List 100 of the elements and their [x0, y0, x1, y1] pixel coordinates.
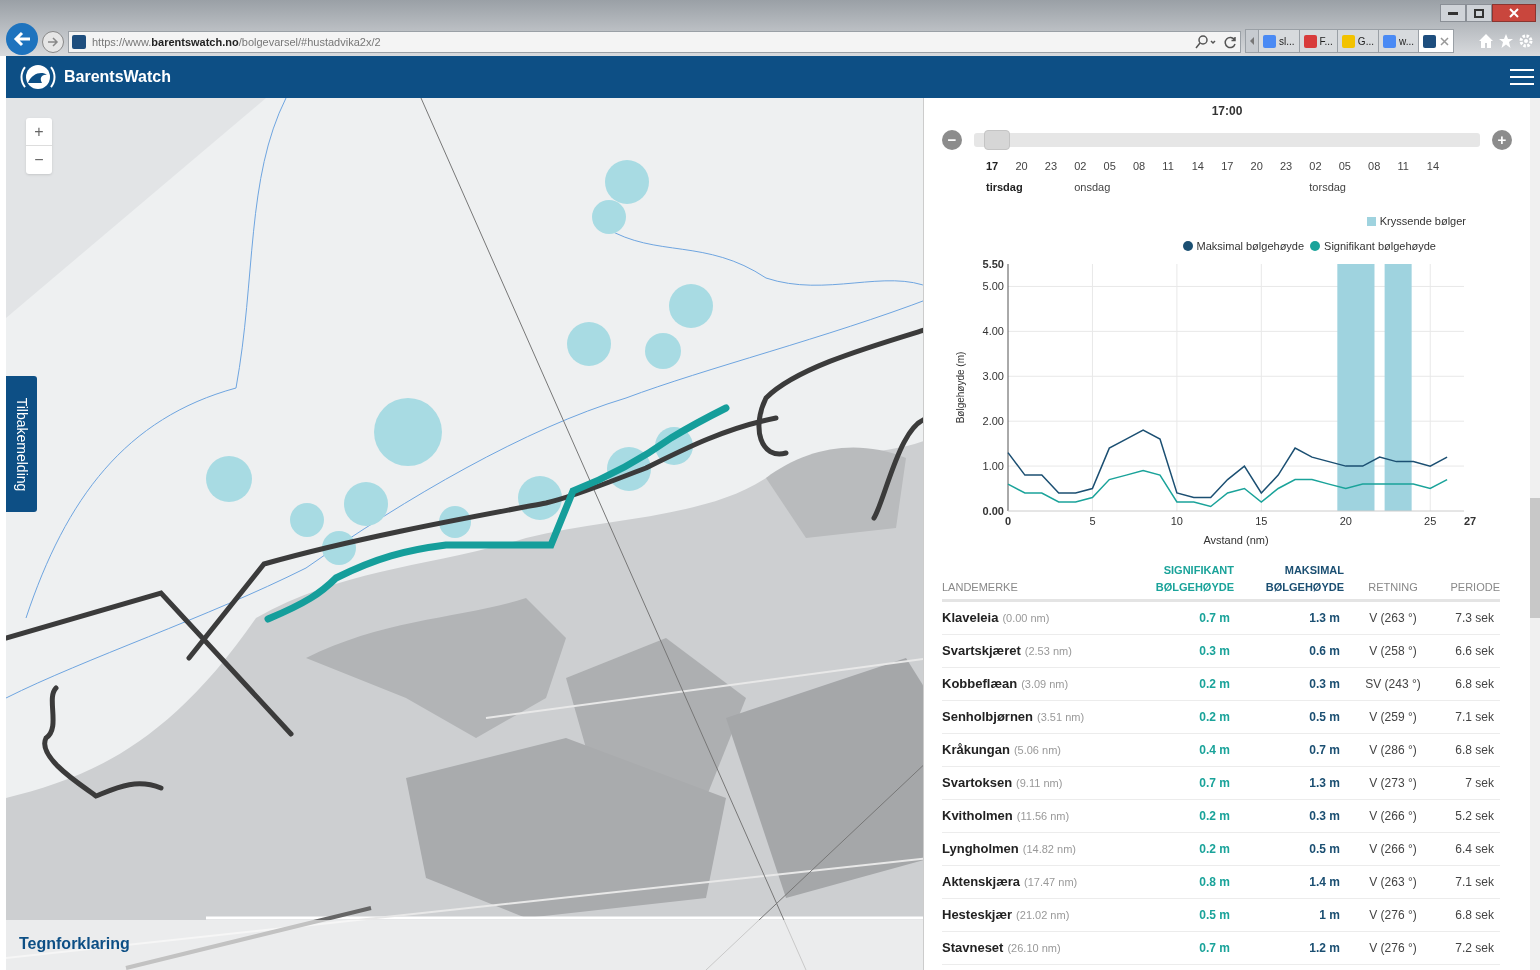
column-header[interactable]: PERIODE	[1434, 578, 1500, 595]
landmark-distance: (2.53 nm)	[1024, 644, 1072, 660]
browser-tab[interactable]: F...	[1298, 30, 1337, 52]
column-header[interactable]: MAKSIMAL BØLGEHØYDE	[1242, 562, 1352, 595]
browser-tab[interactable]: w...	[1378, 30, 1418, 52]
landmark-name: Hesteskjær	[942, 906, 1013, 925]
table-cell-text: 6.8 sek	[1454, 676, 1495, 693]
back-button[interactable]	[6, 23, 38, 55]
close-tab-icon[interactable]	[1440, 36, 1449, 46]
y-tick-label: 2.00	[982, 415, 1004, 428]
landmark-name: Kobbeflæan	[942, 675, 1018, 694]
table-cell-text: SV (243 °)	[1364, 676, 1422, 693]
landmark-distance: (3.09 nm)	[1021, 677, 1069, 693]
table-cell-text: 7.1 sek	[1454, 709, 1495, 726]
table-cell-text: V (263 °)	[1368, 874, 1418, 891]
landmark-name: Klaveleia	[942, 609, 999, 628]
brand-name[interactable]: BarentsWatch	[64, 65, 171, 89]
day-label: torsdag	[1309, 179, 1347, 195]
landmark-distance: (26.10 nm)	[1007, 941, 1061, 957]
hour-label: 14	[1426, 159, 1441, 174]
table-cell-text: 0.5 m	[1308, 841, 1341, 858]
table-cell-text: V (266 °)	[1368, 808, 1418, 825]
search-icon[interactable]	[1193, 35, 1218, 49]
hour-label: 23	[1044, 159, 1059, 174]
table-cell-text: 6.4 sek	[1454, 841, 1495, 858]
y-tick-label: 1.00	[982, 460, 1004, 473]
column-header[interactable]: RETNING	[1352, 578, 1434, 595]
zoom-in-button[interactable]: +	[26, 118, 52, 146]
minimize-button[interactable]	[1440, 4, 1466, 22]
table-cell-text: 7.2 sek	[1454, 940, 1495, 957]
hour-label: 08	[1132, 159, 1147, 174]
zoom-out-button[interactable]: −	[26, 146, 52, 174]
hour-label: 17	[1221, 159, 1235, 174]
browser-tab[interactable]: sl...	[1257, 30, 1299, 52]
table-cell-text: 0.2 m	[1198, 841, 1231, 858]
address-bar[interactable]: https://www.barentswatch.no/bolgevarsel/#hustadvika2x/2	[68, 31, 1241, 53]
time-slider-handle[interactable]	[984, 130, 1011, 150]
hour-label: 14	[1191, 159, 1205, 174]
table-cell-text: 1.4 m	[1308, 874, 1341, 891]
x-tick-label: 0	[1004, 515, 1012, 527]
landmark-distance: (9.11 nm)	[1016, 776, 1063, 792]
landmark-distance: (5.06 nm)	[1013, 743, 1061, 759]
table-cell-text: 0.3 m	[1308, 676, 1341, 693]
y-tick-label: 0.00	[982, 505, 1004, 517]
back-arrow-icon	[13, 31, 31, 47]
table-cell-text: 0.3 m	[1198, 643, 1231, 660]
table-cell-text: 0.8 m	[1198, 874, 1231, 891]
hour-label: 17	[986, 159, 1000, 174]
refresh-icon[interactable]	[1223, 35, 1237, 49]
hour-label: 20	[1015, 159, 1029, 174]
browser-tab[interactable]: G...	[1336, 30, 1378, 52]
hour-label: 08	[1368, 159, 1382, 174]
table-cell-text: V (276 °)	[1368, 907, 1418, 924]
table-cell-text: 0.2 m	[1198, 808, 1231, 825]
day-label: onsdag	[1074, 179, 1112, 195]
table-cell-text: 0.7 m	[1308, 742, 1341, 759]
site-icon	[72, 35, 86, 49]
x-tick-label: 10	[1170, 515, 1183, 527]
scrollbar[interactable]	[1530, 98, 1540, 970]
landmark-name: Senholbjørnen	[942, 708, 1033, 727]
legend-toggle[interactable]: Tegnforklaring	[19, 932, 130, 956]
x-tick-label: 25	[1424, 515, 1437, 527]
landmark-distance: (14.82 nm)	[1022, 842, 1076, 858]
maximize-button[interactable]	[1466, 4, 1492, 22]
table-cell-text: 7.3 sek	[1454, 610, 1495, 627]
menu-button[interactable]	[1510, 67, 1534, 87]
landmark-distance: (21.02 nm)	[1016, 908, 1070, 924]
table-cell-text: V (273 °)	[1368, 775, 1418, 792]
time-slider-track[interactable]	[974, 133, 1480, 147]
feedback-tab[interactable]: Tilbakemelding	[6, 376, 37, 512]
forward-arrow-icon	[47, 37, 59, 47]
table-cell-text: V (286 °)	[1368, 742, 1418, 759]
hour-label: 05	[1338, 159, 1352, 174]
x-tick-label: 20	[1339, 515, 1352, 527]
table-cell-text: 5.2 sek	[1454, 808, 1495, 825]
landmark-name: Stavneset	[942, 939, 1004, 958]
table-cell-text: 0.6 m	[1308, 643, 1341, 660]
landmark-distance: (0.00 nm)	[1002, 611, 1050, 627]
landmark-name: Svartskjæret	[942, 642, 1021, 661]
legend-swatch	[1366, 216, 1376, 226]
table-cell-text: 0.7 m	[1198, 610, 1231, 627]
hour-label: 02	[1074, 159, 1088, 174]
map-drawing[interactable]	[6, 98, 923, 970]
forward-button[interactable]	[42, 31, 64, 53]
x-tick-label: 27	[1463, 515, 1477, 527]
browser-tab[interactable]	[1418, 30, 1453, 52]
table-cell-text: V (263 °)	[1368, 610, 1418, 627]
table-cell-text: 7.1 sek	[1454, 874, 1495, 891]
star-icon[interactable]	[1498, 33, 1514, 49]
home-icon[interactable]	[1478, 33, 1494, 49]
landmark-name: Aktenskjæra	[942, 873, 1021, 892]
landmark-name: Kvitholmen	[942, 807, 1013, 826]
hour-label: 11	[1162, 159, 1175, 174]
settings-icon[interactable]	[1518, 33, 1534, 49]
forecast-time: 17:00	[1210, 103, 1244, 120]
day-label: tirsdag	[986, 179, 1024, 195]
close-button[interactable]	[1492, 4, 1536, 22]
table-cell-text: V (276 °)	[1368, 940, 1418, 957]
column-header[interactable]: LANDEMERKE	[942, 578, 1142, 595]
x-axis-title: Avstand (nm)	[1203, 534, 1269, 546]
